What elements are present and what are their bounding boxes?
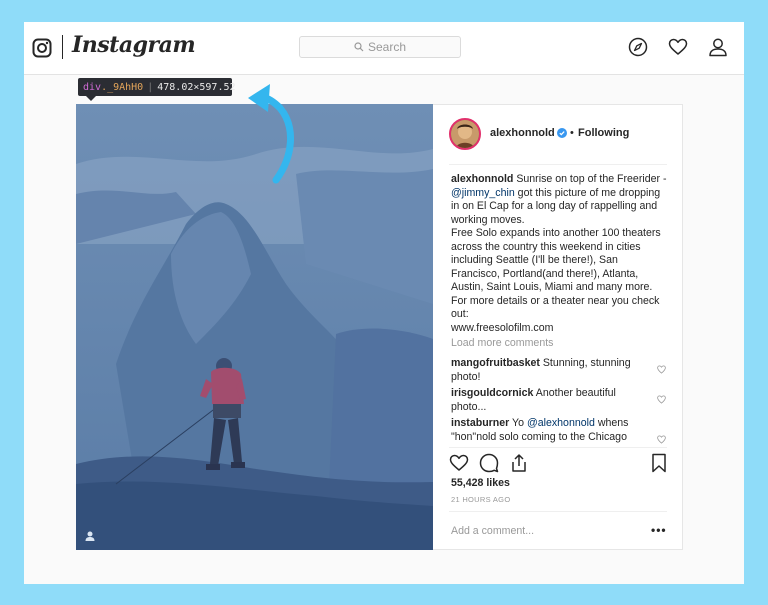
tooltip-tag: div <box>83 81 102 93</box>
header-divider <box>449 164 667 165</box>
more-options-button[interactable]: ••• <box>651 523 667 537</box>
avatar-image <box>451 120 479 148</box>
post-details-panel: alexhonnold • Following alexhonnold Sunr… <box>433 104 683 550</box>
comment-like-heart-icon[interactable] <box>657 435 666 444</box>
activity-heart-icon[interactable] <box>668 37 688 57</box>
actions-divider <box>449 447 667 448</box>
likes-count[interactable]: 55,428 likes <box>451 477 510 489</box>
avatar[interactable] <box>449 118 481 150</box>
logo-divider <box>62 35 63 59</box>
tooltip-class: ._9AhH0 <box>101 81 144 93</box>
comment-item: instaburner Yo @alexhonnold whens "hon"n… <box>451 417 651 444</box>
devtools-element-tooltip: div ._9AhH0 | 478.02×597.52 <box>78 78 236 96</box>
post-header: alexhonnold • Following <box>433 105 683 165</box>
following-button[interactable]: Following <box>578 127 629 139</box>
add-comment-input[interactable]: Add a comment... <box>451 525 534 537</box>
comments-list: mangofruitbasket Stunning, stunning phot… <box>433 357 683 445</box>
post-caption: alexhonnold Sunrise on top of the Freeri… <box>451 173 669 335</box>
comment-box-divider <box>449 511 667 512</box>
comment-username[interactable]: instaburner <box>451 417 509 429</box>
comment-item: irisgouldcornick Another beautiful photo… <box>451 387 651 414</box>
caption-author[interactable]: alexhonnold <box>451 173 513 185</box>
explore-compass-icon[interactable] <box>628 37 648 57</box>
instagram-wordmark[interactable]: Instagram <box>72 32 196 58</box>
save-bookmark-icon[interactable] <box>649 453 669 473</box>
comment-text: Yo <box>509 417 527 429</box>
comment-like-heart-icon[interactable] <box>657 395 666 404</box>
comment-bubble-icon[interactable] <box>479 453 499 473</box>
like-heart-icon[interactable] <box>449 453 469 473</box>
caption-text-1: Sunrise on top of the Freerider - <box>513 173 667 185</box>
follow-separator: • <box>570 127 574 139</box>
search-input[interactable]: Search <box>299 36 461 58</box>
caption-text-3: Free Solo expands into another 100 theat… <box>451 227 661 320</box>
verified-badge-icon <box>557 128 567 138</box>
caption-mention[interactable]: @jimmy_chin <box>451 187 515 199</box>
top-navigation-bar: Instagram Search <box>24 22 744 75</box>
search-icon <box>354 42 364 52</box>
comment-username[interactable]: irisgouldcornick <box>451 387 533 399</box>
tooltip-dimensions: 478.02×597.52 <box>157 81 236 93</box>
post-author-username[interactable]: alexhonnold <box>490 127 555 139</box>
comment-item: mangofruitbasket Stunning, stunning phot… <box>451 357 651 384</box>
comment-mention[interactable]: @alexhonnold <box>527 417 595 429</box>
annotation-arrow <box>248 84 294 184</box>
comment-like-heart-icon[interactable] <box>657 365 666 374</box>
profile-user-icon[interactable] <box>708 37 728 57</box>
comment-username[interactable]: mangofruitbasket <box>451 357 540 369</box>
search-placeholder: Search <box>367 40 407 54</box>
share-icon[interactable] <box>509 453 529 473</box>
tooltip-pointer <box>86 96 96 101</box>
post-timestamp[interactable]: 21 HOURS AGO <box>451 495 510 504</box>
load-more-comments-button[interactable]: Load more comments <box>451 337 553 349</box>
user-tag-icon[interactable] <box>84 530 96 542</box>
instagram-camera-icon[interactable] <box>32 38 52 58</box>
caption-link[interactable]: www.freesolofilm.com <box>451 322 553 334</box>
